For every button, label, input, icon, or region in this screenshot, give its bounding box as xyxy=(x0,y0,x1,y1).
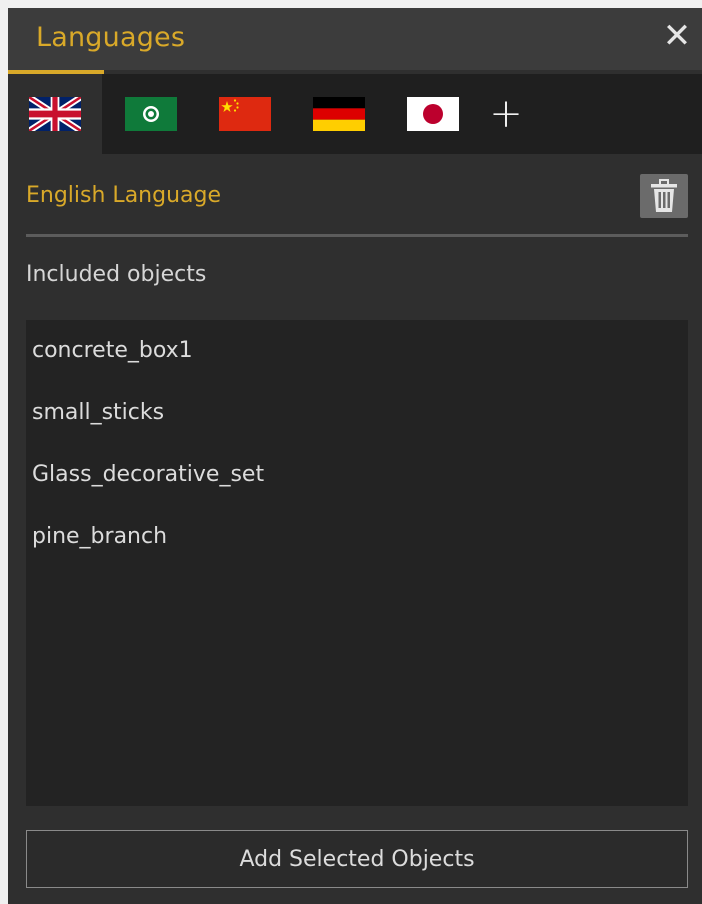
included-objects-label: Included objects xyxy=(26,262,207,287)
arabic-flag-icon xyxy=(125,97,177,131)
tab-chinese[interactable] xyxy=(198,74,292,154)
list-item[interactable]: concrete_box1 xyxy=(32,338,193,363)
trash-icon xyxy=(651,179,677,212)
tab-arabic[interactable] xyxy=(104,74,198,154)
panel-title: Languages xyxy=(36,22,186,53)
list-item[interactable]: Glass_decorative_set xyxy=(32,462,264,487)
tab-german[interactable] xyxy=(292,74,386,154)
language-name: English Language xyxy=(26,183,222,208)
title-bar: Languages ✕ xyxy=(8,8,702,70)
china-flag-icon xyxy=(219,97,271,131)
divider xyxy=(26,234,688,237)
list-item[interactable]: small_sticks xyxy=(32,400,164,425)
delete-language-button[interactable] xyxy=(640,174,688,218)
uk-flag-icon xyxy=(29,97,81,131)
language-header: English Language xyxy=(26,174,688,222)
languages-panel: Languages ✕ + English Language Included … xyxy=(8,8,702,904)
add-selected-objects-button[interactable]: Add Selected Objects xyxy=(26,830,688,888)
close-icon[interactable]: ✕ xyxy=(662,19,692,53)
language-tab-bar: + xyxy=(8,74,702,154)
add-language-button[interactable]: + xyxy=(480,74,532,154)
tab-english[interactable] xyxy=(8,74,102,154)
japan-flag-icon xyxy=(407,97,459,131)
germany-flag-icon xyxy=(313,97,365,131)
included-objects-list[interactable]: concrete_box1 small_sticks Glass_decorat… xyxy=(26,320,688,806)
tab-japanese[interactable] xyxy=(386,74,480,154)
list-item[interactable]: pine_branch xyxy=(32,524,167,549)
